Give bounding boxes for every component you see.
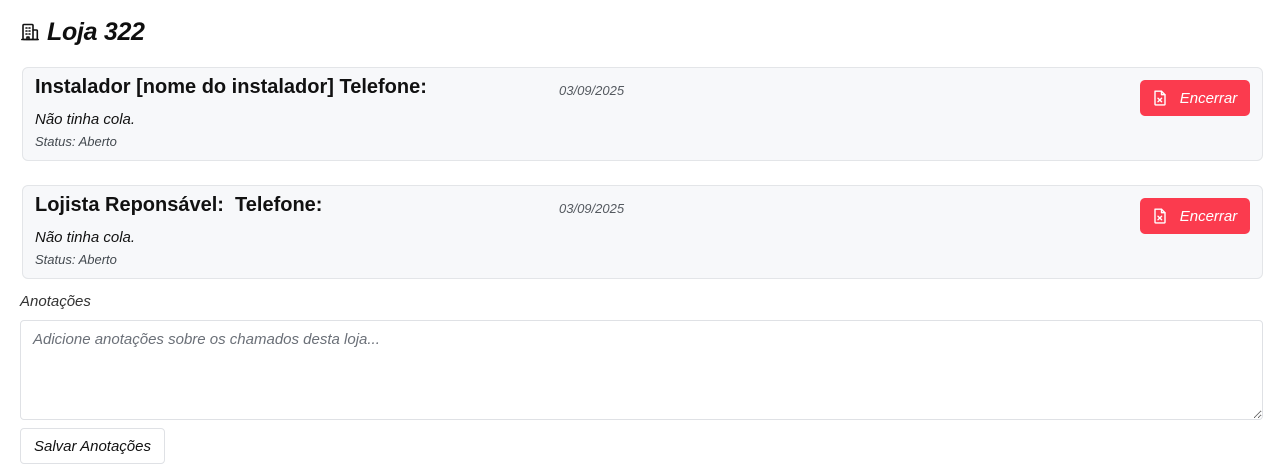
ticket-title: Instalador [nome do instalador] Telefone… xyxy=(35,76,427,98)
file-x-icon xyxy=(1153,90,1167,106)
close-ticket-label: Encerrar xyxy=(1179,207,1238,225)
ticket-status: Status: Aberto xyxy=(35,134,117,149)
page-header: Loja 322 xyxy=(20,16,145,48)
save-notes-button[interactable]: Salvar Anotações xyxy=(20,428,165,464)
close-ticket-label: Encerrar xyxy=(1179,89,1238,107)
close-ticket-button[interactable]: Encerrar xyxy=(1140,198,1250,234)
store-page: Loja 322 Instalador [nome do instalador]… xyxy=(0,0,1283,472)
file-x-icon xyxy=(1153,208,1167,224)
page-title: Loja 322 xyxy=(47,17,145,46)
ticket-status: Status: Aberto xyxy=(35,252,117,267)
ticket-description: Não tinha cola. xyxy=(35,111,136,128)
ticket-description: Não tinha cola. xyxy=(35,229,136,246)
notes-label: Anotações xyxy=(20,293,91,310)
ticket-title: Lojista Reponsável: Telefone: xyxy=(35,194,323,216)
ticket-card: Instalador [nome do instalador] Telefone… xyxy=(22,67,1263,161)
notes-textarea[interactable] xyxy=(20,320,1263,420)
ticket-date: 03/09/2025 xyxy=(559,201,625,216)
ticket-card: Lojista Reponsável: Telefone: 03/09/2025… xyxy=(22,185,1263,279)
close-ticket-button[interactable]: Encerrar xyxy=(1140,80,1250,116)
ticket-date: 03/09/2025 xyxy=(559,83,625,98)
building-icon xyxy=(20,22,40,42)
